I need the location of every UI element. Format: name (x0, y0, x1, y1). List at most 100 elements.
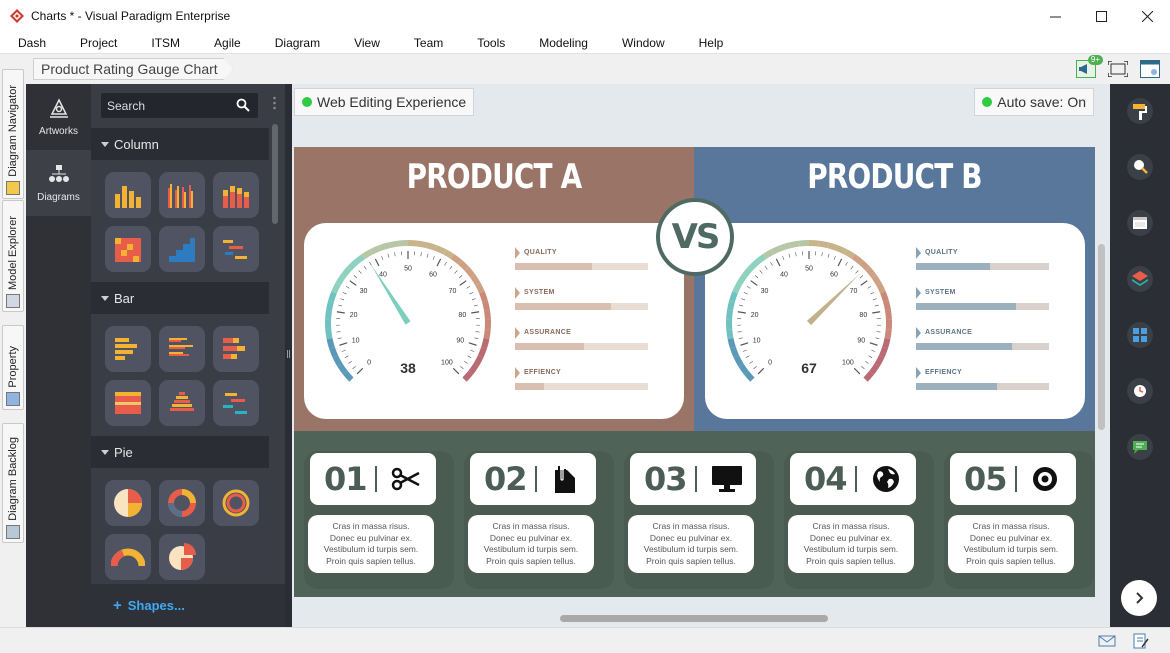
search-placeholder: Search (107, 98, 146, 113)
view-options-button[interactable] (1138, 58, 1162, 80)
column-chart-icon (115, 186, 141, 208)
fit-page-icon (1108, 61, 1128, 77)
shape-semi-donut-chart[interactable] (105, 534, 151, 580)
infographic[interactable]: PRODUCT A 0 10 20 30 40 50 60 70 80 90 100 38 QUALI… (294, 147, 1095, 597)
tab-model-explorer[interactable]: Model Explorer (2, 200, 24, 312)
menu-modeling[interactable]: Modeling (522, 32, 605, 54)
shape-column-chart[interactable] (105, 172, 151, 218)
maximize-button[interactable] (1078, 0, 1124, 32)
search-input[interactable]: Search (101, 93, 258, 118)
gauge-tick-label: 0 (768, 359, 772, 366)
shape-gantt-column-chart[interactable] (213, 226, 259, 272)
splitter-grip-icon[interactable] (287, 350, 290, 358)
gauge-tick (742, 349, 747, 352)
minimize-button[interactable] (1032, 0, 1078, 32)
nav-artworks[interactable]: Artworks (26, 84, 91, 150)
gauge-tick (746, 286, 751, 289)
shape-grouped-column-chart[interactable] (159, 172, 205, 218)
tab-diagram-backlog[interactable]: Diagram Backlog (2, 423, 24, 543)
menu-project[interactable]: Project (63, 32, 134, 54)
next-button[interactable] (1121, 580, 1157, 616)
nav-diagrams[interactable]: Diagrams (26, 150, 91, 216)
shape-population-pyramid[interactable] (159, 380, 205, 426)
shape-grouped-bar-chart[interactable] (159, 326, 205, 372)
nav-label: Artworks (39, 125, 78, 137)
view-window-button[interactable] (1125, 208, 1155, 238)
category-column[interactable]: Column (91, 128, 269, 160)
shape-step-column-chart[interactable] (159, 226, 205, 272)
more-shapes-link[interactable]: + Shapes... (91, 584, 285, 627)
gauge-tick (345, 286, 350, 289)
panel-scrollbar[interactable] (272, 124, 278, 224)
close-button[interactable] (1124, 0, 1170, 32)
chevron-down-icon (101, 141, 109, 147)
step-line: Vestibulum id turpis sem. (803, 544, 899, 554)
metric-bar (916, 263, 991, 270)
panel-splitter[interactable] (285, 84, 292, 627)
diagram-canvas[interactable]: Web Editing Experience Auto save: On PRO… (292, 84, 1110, 627)
shape-heatmap-bar-chart[interactable] (105, 380, 151, 426)
grid-button[interactable] (1125, 320, 1155, 350)
menu-dash[interactable]: Dash (0, 32, 63, 54)
gauge-tick (469, 292, 474, 295)
web-editing-status[interactable]: Web Editing Experience (294, 88, 475, 116)
shape-ring-chart[interactable] (213, 480, 259, 526)
menu-help[interactable]: Help (682, 32, 741, 54)
category-pie[interactable]: Pie (91, 436, 269, 468)
gauge-tick (454, 270, 458, 274)
gauge-tick (338, 304, 343, 307)
shape-stacked-bar-chart[interactable] (213, 326, 259, 372)
category-bar[interactable]: Bar (91, 282, 269, 314)
shape-heatmap-column-chart[interactable] (105, 226, 151, 272)
notification-button[interactable]: 9+ (1074, 55, 1103, 80)
gauge-tick (795, 252, 797, 257)
gauge-tick (471, 311, 480, 314)
edit-document-icon[interactable] (1132, 633, 1150, 649)
history-button[interactable] (1125, 376, 1155, 406)
layers-button[interactable] (1125, 264, 1155, 294)
format-painter-button[interactable] (1125, 96, 1155, 126)
shape-donut-chart[interactable] (159, 480, 205, 526)
gauge-arc-segment (326, 300, 334, 311)
gauge-arc-segment (871, 274, 882, 286)
gauge-tick (743, 292, 748, 295)
panel-menu-icon[interactable] (273, 96, 276, 110)
comment-button[interactable] (1125, 432, 1155, 462)
menu-agile[interactable]: Agile (197, 32, 258, 54)
menu-diagram[interactable]: Diagram (258, 32, 337, 54)
monitor-icon (711, 466, 742, 492)
gauge-value: 67 (801, 360, 817, 376)
shape-pie-chart[interactable] (105, 480, 151, 526)
menu-tools[interactable]: Tools (460, 32, 522, 54)
tab-label: Model Explorer (7, 216, 19, 290)
search-icon[interactable] (236, 98, 250, 112)
tab-property[interactable]: Property (2, 325, 24, 410)
gauge-arc-segment (743, 370, 755, 382)
horizontal-scrollbar[interactable] (560, 615, 828, 622)
gauge-tick (759, 270, 763, 274)
gauge-tick (874, 304, 879, 307)
vertical-scrollbar[interactable] (1098, 244, 1105, 430)
menu-view[interactable]: View (337, 32, 397, 54)
shape-stacked-column-chart[interactable] (213, 172, 259, 218)
menu-window[interactable]: Window (605, 32, 682, 54)
menu-itsm[interactable]: ITSM (134, 32, 197, 54)
tab-diagram-navigator[interactable]: Diagram Navigator (2, 69, 24, 199)
zoom-search-button[interactable] (1125, 152, 1155, 182)
breadcrumb[interactable]: Product Rating Gauge Chart (33, 58, 233, 80)
fit-page-button[interactable] (1106, 58, 1130, 80)
gauge-tick (344, 355, 349, 358)
gauge-arc-segment (729, 291, 738, 303)
mail-icon[interactable] (1098, 633, 1116, 649)
step-divider (534, 466, 537, 492)
shape-exploded-pie-chart[interactable] (159, 534, 205, 580)
auto-save-status[interactable]: Auto save: On (974, 88, 1094, 116)
tab-label: Property (7, 346, 19, 388)
menu-team[interactable]: Team (397, 32, 460, 54)
shape-bar-chart[interactable] (105, 326, 151, 372)
gauge-tick (353, 275, 358, 279)
gauge-arc-segment (885, 310, 892, 321)
gauge-tick-label: 40 (780, 271, 788, 278)
gauge-tick (473, 304, 478, 307)
shape-gantt-bar-chart[interactable] (213, 380, 259, 426)
